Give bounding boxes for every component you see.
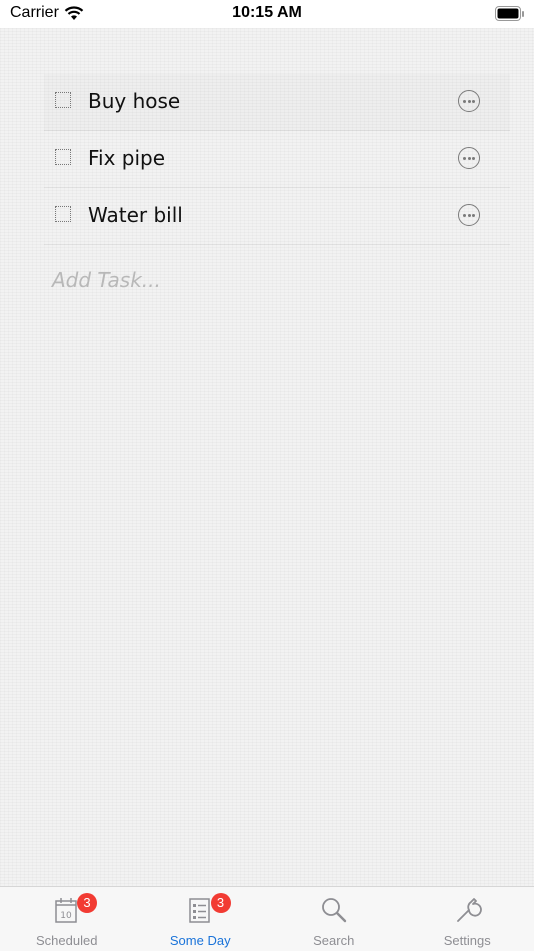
tab-label: Some Day [134, 933, 268, 948]
wrench-icon [452, 895, 482, 925]
more-options-icon[interactable] [458, 204, 480, 226]
battery-icon [495, 6, 525, 22]
task-checkbox[interactable] [55, 92, 71, 108]
add-task-input[interactable]: Add Task... [52, 268, 161, 292]
more-options-icon[interactable] [458, 147, 480, 169]
task-row[interactable]: Fix pipe [44, 131, 510, 188]
badge: 3 [77, 893, 97, 913]
more-options-icon[interactable] [458, 90, 480, 112]
tab-settings[interactable]: Settings [401, 887, 534, 951]
tab-scheduled[interactable]: 10 3 Scheduled [0, 887, 134, 951]
task-checkbox[interactable] [55, 206, 71, 222]
tab-label: Scheduled [0, 933, 134, 948]
tab-label: Search [267, 933, 401, 948]
badge: 3 [211, 893, 231, 913]
task-row[interactable]: Water bill [44, 188, 510, 245]
task-label[interactable]: Water bill [88, 203, 183, 227]
tab-bar: 10 3 Scheduled 3 Some Day Search Setting… [0, 886, 534, 951]
tab-some-day[interactable]: 3 Some Day [134, 887, 268, 951]
task-label[interactable]: Fix pipe [88, 146, 165, 170]
svg-text:10: 10 [60, 911, 72, 921]
task-row[interactable]: Buy hose [44, 74, 510, 131]
status-bar: Carrier 10:15 AM [0, 0, 534, 28]
clock: 10:15 AM [0, 4, 534, 22]
task-list: Buy hose Fix pipe Water bill [44, 74, 510, 245]
tab-label: Settings [401, 933, 534, 948]
search-icon [319, 895, 349, 925]
task-checkbox[interactable] [55, 149, 71, 165]
task-label[interactable]: Buy hose [88, 89, 180, 113]
tab-search[interactable]: Search [267, 887, 401, 951]
